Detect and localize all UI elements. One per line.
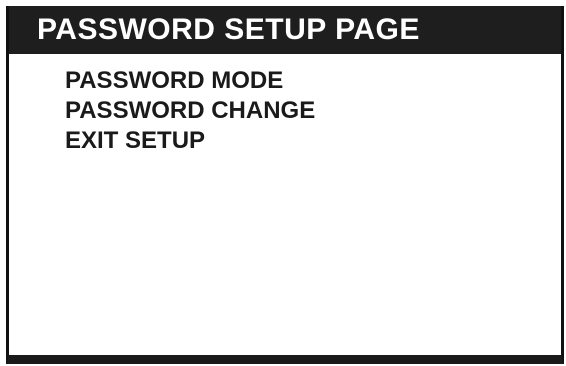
title-bar: PASSWORD SETUP PAGE <box>9 6 561 54</box>
menu-item-password-mode[interactable]: PASSWORD MODE <box>65 66 315 96</box>
menu-item-exit-setup[interactable]: EXIT SETUP <box>65 126 315 156</box>
setup-menu: PASSWORD MODE PASSWORD CHANGE EXIT SETUP <box>65 66 315 156</box>
page-title: PASSWORD SETUP PAGE <box>37 13 420 46</box>
setup-screen: PASSWORD SETUP PAGE PASSWORD MODE PASSWO… <box>6 6 564 364</box>
menu-item-password-change[interactable]: PASSWORD CHANGE <box>65 96 315 126</box>
